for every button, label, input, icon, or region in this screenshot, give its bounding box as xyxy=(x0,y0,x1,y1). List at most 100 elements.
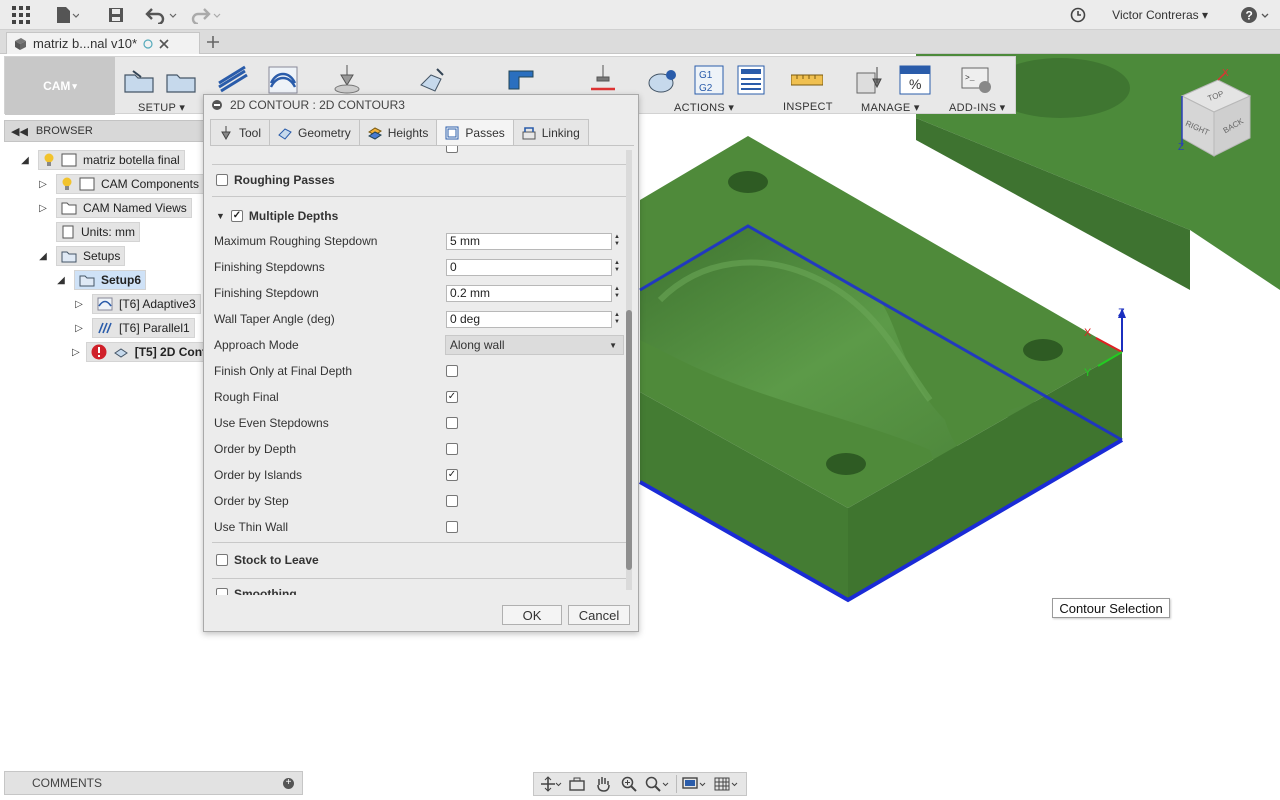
simulate-icon[interactable] xyxy=(587,65,619,95)
add-comment-icon[interactable]: + xyxy=(283,778,294,789)
expand-icon[interactable]: ▷ xyxy=(36,179,50,190)
section-expand-icon[interactable]: ▼ xyxy=(216,211,225,221)
order-by-islands-checkbox[interactable]: ✓ xyxy=(446,469,458,481)
use-even-stepdowns-checkbox[interactable] xyxy=(446,417,458,429)
wall-taper-angle-input[interactable]: 0 deg xyxy=(446,310,612,328)
collapse-dialog-icon[interactable] xyxy=(212,100,222,110)
tree-item-setup6[interactable]: ◢ Setup6 xyxy=(54,269,204,291)
expand-icon[interactable]: ▷ xyxy=(72,347,80,358)
finish-only-final-depth-checkbox[interactable] xyxy=(446,365,458,377)
lightbulb-icon[interactable] xyxy=(61,177,73,191)
look-at-icon[interactable] xyxy=(566,775,588,793)
finishing-stepdown-input[interactable]: 0.2 mm xyxy=(446,284,612,302)
tree-item-adaptive3[interactable]: ▷ [T6] Adaptive3 xyxy=(72,293,204,315)
collapse-icon[interactable]: ◢ xyxy=(36,251,50,262)
finishing-stepdowns-input[interactable]: 0 xyxy=(446,258,612,276)
tree-item-cam-components[interactable]: ▷ CAM Components xyxy=(36,173,204,195)
3d-adaptive-icon[interactable] xyxy=(267,65,299,95)
cutting-icon[interactable] xyxy=(505,65,537,95)
fit-zoom-icon[interactable] xyxy=(644,775,672,793)
section-stock-to-leave[interactable]: Stock to Leave xyxy=(210,548,626,572)
cancel-button[interactable]: Cancel xyxy=(568,605,630,625)
use-thin-wall-checkbox[interactable] xyxy=(446,521,458,533)
pan-hand-icon[interactable] xyxy=(592,775,614,793)
collapse-icon[interactable]: ◢ xyxy=(18,155,32,166)
redo-icon[interactable] xyxy=(188,4,222,26)
zoom-icon[interactable] xyxy=(618,775,640,793)
approach-mode-select[interactable]: Along wall ▼ xyxy=(444,335,624,355)
section-smoothing[interactable]: Smoothing xyxy=(210,582,626,595)
job-status-clock-icon[interactable] xyxy=(1068,4,1088,26)
setup-folder-icon[interactable] xyxy=(165,65,197,95)
lightbulb-icon[interactable] xyxy=(43,153,55,167)
tree-item-units[interactable]: Units: mm xyxy=(56,221,204,243)
actions-menu[interactable]: ACTIONS ▾ xyxy=(674,101,734,114)
collapse-browser-icon[interactable]: ◀◀ xyxy=(11,125,28,138)
scripts-addins-icon[interactable]: >_ xyxy=(961,65,993,95)
tab-heights[interactable]: Heights xyxy=(358,119,438,145)
tab-passes[interactable]: Passes xyxy=(436,119,514,145)
undo-icon[interactable] xyxy=(144,4,178,26)
post-process-icon[interactable] xyxy=(647,65,679,95)
setup-menu[interactable]: SETUP ▾ xyxy=(138,101,185,114)
turning-icon[interactable] xyxy=(417,65,449,95)
tool-library-icon[interactable] xyxy=(855,65,887,95)
max-roughing-stepdown-spinner[interactable]: ▲ ▼ xyxy=(614,234,622,248)
save-icon[interactable] xyxy=(106,4,126,26)
file-menu-icon[interactable] xyxy=(54,4,80,26)
close-tab-icon[interactable] xyxy=(159,38,169,49)
expand-icon[interactable]: ▷ xyxy=(72,323,86,334)
collapse-icon[interactable]: ◢ xyxy=(54,275,68,286)
inspect-menu[interactable]: INSPECT xyxy=(783,101,833,113)
tab-linking[interactable]: Linking xyxy=(512,119,589,145)
new-tab-icon[interactable] xyxy=(204,33,222,51)
finishing-stepdown-spinner[interactable]: ▲ ▼ xyxy=(614,286,622,300)
tree-item-setups[interactable]: ◢ Setups xyxy=(36,245,204,267)
max-roughing-stepdown-input[interactable]: 5 mm xyxy=(446,232,612,250)
browser-header[interactable]: ◀◀ BROWSER xyxy=(4,120,204,142)
order-by-step-checkbox[interactable] xyxy=(446,495,458,507)
wall-taper-angle-spinner[interactable]: ▲ ▼ xyxy=(614,312,622,326)
g1-g2-icon[interactable]: G1G2 xyxy=(693,65,725,95)
help-icon[interactable]: ? xyxy=(1238,4,1272,26)
section-multiple-depths[interactable]: ▼ ✓ Multiple Depths xyxy=(210,204,626,228)
tab-tool[interactable]: Tool xyxy=(210,119,271,145)
ok-button[interactable]: OK xyxy=(502,605,562,625)
measure-icon[interactable] xyxy=(791,65,823,95)
add-ins-menu[interactable]: ADD-INS ▾ xyxy=(949,101,1006,114)
multiple-depths-checkbox[interactable]: ✓ xyxy=(230,210,243,222)
grid-settings-icon[interactable] xyxy=(713,775,741,793)
clipped-checkbox[interactable] xyxy=(446,146,458,153)
orbit-icon[interactable] xyxy=(540,775,562,793)
app-grid-icon[interactable] xyxy=(10,4,32,26)
post-library-icon[interactable]: % xyxy=(899,65,931,95)
drilling-icon[interactable] xyxy=(331,65,363,95)
manage-menu[interactable]: MANAGE ▾ xyxy=(861,101,920,114)
workspace-switcher-button[interactable]: CAM xyxy=(5,57,115,115)
setup-sheet-icon[interactable] xyxy=(735,65,767,95)
display-settings-icon[interactable] xyxy=(681,775,709,793)
order-by-depth-checkbox[interactable] xyxy=(446,443,458,455)
expand-icon[interactable]: ▷ xyxy=(36,203,50,214)
tab-geometry[interactable]: Geometry xyxy=(269,119,360,145)
hole-2 xyxy=(1023,339,1063,361)
comments-panel[interactable]: COMMENTS + xyxy=(4,771,303,795)
tree-item-root[interactable]: ◢ matriz botella final xyxy=(18,149,204,171)
tree-item-cam-named-views[interactable]: ▷ CAM Named Views xyxy=(36,197,204,219)
finishing-stepdowns-spinner[interactable]: ▲ ▼ xyxy=(614,260,622,274)
user-account-menu[interactable]: Victor Contreras xyxy=(1112,8,1208,22)
tree-item-parallel1[interactable]: ▷ [T6] Parallel1 xyxy=(72,317,204,339)
stock-to-leave-checkbox[interactable] xyxy=(216,554,228,566)
section-roughing-passes[interactable]: Roughing Passes xyxy=(210,168,626,192)
dialog-scrollbar[interactable] xyxy=(626,150,632,590)
2d-pocket-icon[interactable] xyxy=(217,65,249,95)
expand-icon[interactable]: ▷ xyxy=(72,299,86,310)
document-tab[interactable]: matriz b...nal v10* xyxy=(6,32,200,54)
dialog-title-bar[interactable]: 2D CONTOUR : 2D CONTOUR3 xyxy=(204,95,638,115)
roughing-passes-checkbox[interactable] xyxy=(216,174,228,186)
rough-final-checkbox[interactable]: ✓ xyxy=(446,391,458,403)
new-setup-icon[interactable] xyxy=(123,65,155,95)
tree-item-2d-contour3[interactable]: ▷ [T5] 2D Contour3 xyxy=(72,341,204,363)
smoothing-checkbox[interactable] xyxy=(216,588,228,595)
dialog-scroll-thumb[interactable] xyxy=(626,310,632,570)
